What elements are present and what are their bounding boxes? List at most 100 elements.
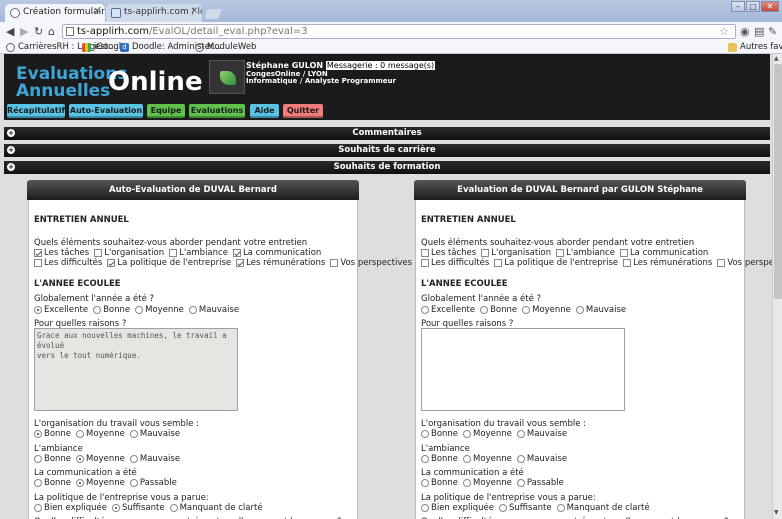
page-menu-icon[interactable]: ▤ — [754, 25, 767, 38]
scroll-down-icon[interactable]: ▼ — [774, 509, 779, 516]
bookmark-star-icon[interactable]: ☆ — [719, 25, 729, 38]
communication-option[interactable]: Bonne — [421, 478, 458, 488]
checkbox[interactable] — [421, 249, 429, 257]
radio-button[interactable] — [421, 455, 429, 463]
checkbox[interactable] — [94, 249, 103, 257]
global-option[interactable]: Excellente — [421, 305, 475, 315]
ambiance-option[interactable]: Moyenne — [463, 454, 512, 464]
ambiance-option[interactable]: Mauvaise — [516, 454, 567, 464]
checkbox[interactable] — [34, 259, 42, 267]
politique-option[interactable]: Suffisante — [498, 503, 552, 513]
radio-button[interactable] — [575, 306, 584, 314]
scroll-thumb[interactable] — [774, 64, 782, 299]
organisation-option[interactable]: Bonne — [34, 429, 71, 439]
radio-button[interactable] — [421, 479, 429, 487]
radio-button[interactable] — [188, 306, 197, 314]
menu-equipe[interactable]: Equipe — [147, 104, 185, 118]
radio-button[interactable] — [463, 455, 472, 463]
accordion-souhaits-carriere[interactable]: + Souhaits de carrière — [4, 144, 770, 157]
radio-button[interactable] — [421, 306, 429, 314]
messages-link[interactable]: Messagerie : 0 message(s) — [325, 61, 436, 70]
reload-icon[interactable]: ↻ — [34, 25, 43, 38]
communication-option[interactable]: Moyenne — [76, 478, 125, 488]
maximize-window-button[interactable]: □ — [746, 1, 760, 12]
minimize-window-button[interactable]: – — [731, 1, 745, 12]
topic-checkbox[interactable]: L'organisation — [481, 248, 551, 258]
menu-quitter[interactable]: Quitter — [283, 104, 323, 118]
radio-button[interactable] — [34, 430, 42, 438]
ambiance-option[interactable]: Moyenne — [76, 454, 125, 464]
topic-checkbox[interactable]: La politique de l'entreprise — [494, 258, 618, 268]
global-option[interactable]: Mauvaise — [575, 305, 626, 315]
communication-option[interactable]: Passable — [129, 478, 177, 488]
checkbox[interactable] — [107, 259, 116, 267]
organisation-option[interactable]: Bonne — [421, 429, 458, 439]
home-icon[interactable]: ⌂ — [48, 25, 55, 38]
checkbox[interactable] — [236, 259, 245, 267]
checkbox[interactable] — [556, 249, 565, 257]
checkbox[interactable] — [330, 259, 339, 267]
topic-checkbox[interactable]: L'ambiance — [556, 248, 615, 258]
global-option[interactable]: Mauvaise — [188, 305, 239, 315]
topic-checkbox[interactable]: Vos perspectives — [330, 258, 412, 268]
radio-button[interactable] — [463, 430, 472, 438]
radio-button[interactable] — [111, 504, 120, 512]
radio-button[interactable] — [93, 306, 102, 314]
politique-option[interactable]: Bien expliquée — [421, 503, 494, 513]
checkbox[interactable] — [421, 259, 429, 267]
topic-checkbox[interactable]: Les rémunérations — [623, 258, 712, 268]
radio-button[interactable] — [522, 306, 531, 314]
communication-option[interactable]: Passable — [516, 478, 564, 488]
back-arrow-icon[interactable]: ◀ — [6, 25, 14, 38]
topic-checkbox[interactable]: Les rémunérations — [236, 258, 325, 268]
new-tab-button[interactable] — [204, 9, 222, 19]
checkbox[interactable] — [481, 249, 490, 257]
ambiance-option[interactable]: Mauvaise — [129, 454, 180, 464]
communication-option[interactable]: Bonne — [34, 478, 71, 488]
global-option[interactable]: Moyenne — [135, 305, 184, 315]
extension-icon[interactable]: ◉ — [740, 25, 753, 38]
radio-button[interactable] — [480, 306, 489, 314]
radio-button[interactable] — [556, 504, 565, 512]
global-option[interactable]: Bonne — [480, 305, 517, 315]
address-bar[interactable]: ts-applirh.com/EvalOL/detail_eval.php?ev… — [62, 24, 736, 39]
checkbox[interactable] — [494, 259, 503, 267]
radio-button[interactable] — [516, 455, 525, 463]
organisation-option[interactable]: Mauvaise — [516, 429, 567, 439]
politique-option[interactable]: Manquant de clarté — [169, 503, 263, 513]
radio-button[interactable] — [34, 306, 42, 314]
menu-aide[interactable]: Aide — [250, 104, 279, 118]
radio-button[interactable] — [516, 430, 525, 438]
ambiance-option[interactable]: Bonne — [34, 454, 71, 464]
menu-recapitulatif[interactable]: Récapitulatif — [7, 104, 65, 118]
checkbox[interactable] — [619, 249, 628, 257]
scroll-up-icon[interactable]: ▲ — [774, 55, 779, 62]
radio-button[interactable] — [516, 479, 525, 487]
global-option[interactable]: Excellente — [34, 305, 88, 315]
raisons-textarea[interactable] — [421, 328, 625, 411]
checkbox[interactable] — [34, 249, 42, 257]
close-tab-icon[interactable]: × — [93, 6, 101, 16]
close-window-button[interactable]: ✕ — [761, 1, 779, 12]
topic-checkbox[interactable]: L'ambiance — [169, 248, 228, 258]
wrench-icon[interactable]: ✎ — [768, 25, 781, 38]
forward-arrow-icon[interactable]: ▶ — [20, 25, 28, 38]
checkbox[interactable] — [717, 259, 726, 267]
topic-checkbox[interactable]: La politique de l'entreprise — [107, 258, 231, 268]
browser-tab-active[interactable]: Création formulaire évaluat × — [5, 4, 105, 22]
checkbox[interactable] — [232, 249, 241, 257]
topic-checkbox[interactable]: Les tâches — [34, 248, 89, 258]
politique-option[interactable]: Suffisante — [111, 503, 165, 513]
politique-option[interactable]: Manquant de clarté — [556, 503, 650, 513]
communication-option[interactable]: Moyenne — [463, 478, 512, 488]
radio-button[interactable] — [129, 479, 138, 487]
bookmark-item[interactable]: ModuleWeb — [195, 42, 256, 52]
radio-button[interactable] — [129, 455, 138, 463]
topic-checkbox[interactable]: La communication — [232, 248, 321, 258]
radio-button[interactable] — [76, 455, 85, 463]
radio-button[interactable] — [135, 306, 144, 314]
ambiance-option[interactable]: Bonne — [421, 454, 458, 464]
topic-checkbox[interactable]: La communication — [619, 248, 708, 258]
topic-checkbox[interactable]: Vos perspectives — [717, 258, 772, 268]
close-tab-icon[interactable]: × — [190, 6, 198, 16]
